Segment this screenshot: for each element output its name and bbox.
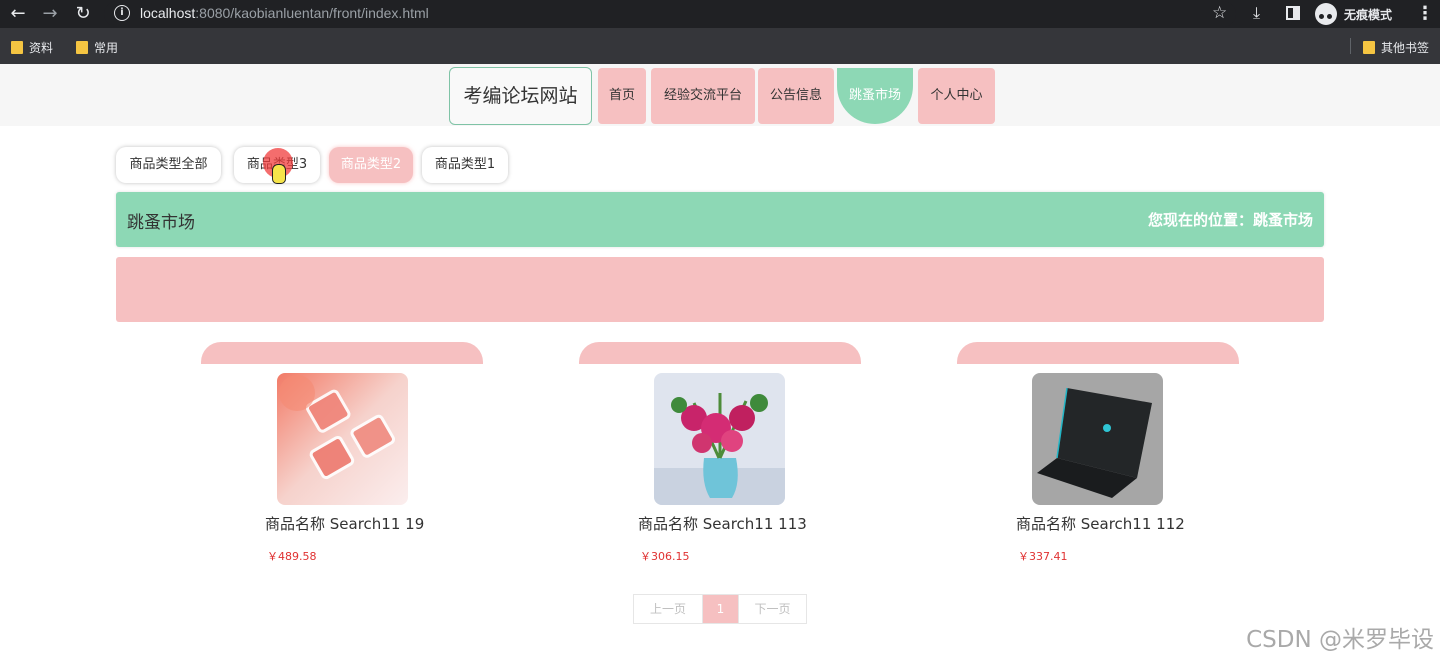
nav-experience[interactable]: 经验交流平台 — [651, 68, 755, 124]
bookmark-star-icon[interactable]: ☆ — [1212, 3, 1227, 23]
card-header — [957, 342, 1239, 364]
nav-notice[interactable]: 公告信息 — [758, 68, 834, 124]
site-logo[interactable]: 考编论坛网站 — [449, 67, 592, 125]
section-title: 跳蚤市场 — [127, 213, 195, 233]
browser-menu-icon[interactable]: ⋮ — [1416, 3, 1434, 24]
folder-icon — [76, 40, 88, 54]
folder-icon — [1363, 40, 1375, 54]
hand-cursor-icon — [272, 164, 286, 184]
pagination: 上一页 1 下一页 — [633, 594, 807, 624]
category-1[interactable]: 商品类型1 — [422, 147, 508, 183]
section-title-bar: 跳蚤市场 您现在的位置：跳蚤市场 — [116, 192, 1324, 247]
nav-personal-center[interactable]: 个人中心 — [918, 68, 995, 124]
bookmark-folder[interactable]: 常用 — [76, 39, 118, 55]
card-header — [579, 342, 861, 364]
product-image-cosmetics[interactable] — [277, 373, 408, 505]
breadcrumb: 您现在的位置：跳蚤市场 — [1147, 211, 1313, 229]
url-text[interactable]: localhost:8080/kaobianluentan/front/inde… — [140, 5, 429, 21]
banner — [116, 257, 1324, 322]
back-arrow-icon[interactable]: ← — [7, 3, 29, 25]
page-number-current[interactable]: 1 — [702, 595, 738, 623]
prev-page-button[interactable]: 上一页 — [634, 595, 702, 623]
other-bookmarks[interactable]: 其他书签 — [1363, 39, 1429, 55]
category-all[interactable]: 商品类型全部 — [116, 147, 221, 183]
bookmark-separator — [1350, 38, 1351, 54]
watermark: CSDN @米罗毕设 — [1246, 627, 1434, 653]
category-2[interactable]: 商品类型2 — [329, 147, 413, 183]
forward-arrow-icon[interactable]: → — [39, 3, 61, 25]
product-name[interactable]: 商品名称 Search11 112 — [1016, 513, 1185, 534]
product-price: ￥306.15 — [640, 550, 690, 563]
product-name[interactable]: 商品名称 Search11 19 — [265, 513, 424, 534]
bookmarks-bar — [0, 28, 1440, 64]
incognito-label[interactable]: 无痕模式 — [1344, 6, 1392, 23]
reload-icon[interactable]: ↻ — [72, 3, 94, 25]
card-header — [201, 342, 483, 364]
next-page-button[interactable]: 下一页 — [738, 595, 806, 623]
site-info-icon[interactable]: i — [114, 5, 130, 21]
product-price: ￥337.41 — [1018, 550, 1068, 563]
product-name[interactable]: 商品名称 Search11 113 — [638, 513, 807, 534]
download-icon[interactable]: ⤓ — [1253, 3, 1260, 23]
product-image-laptop[interactable] — [1032, 373, 1163, 505]
side-panel-icon[interactable] — [1286, 6, 1300, 20]
bookmark-folder[interactable]: 资料 — [11, 39, 53, 55]
folder-icon — [11, 40, 23, 54]
incognito-icon[interactable] — [1315, 3, 1337, 25]
nav-home[interactable]: 首页 — [598, 68, 646, 124]
product-image-lily[interactable] — [654, 373, 785, 505]
product-price: ￥489.58 — [267, 550, 317, 563]
